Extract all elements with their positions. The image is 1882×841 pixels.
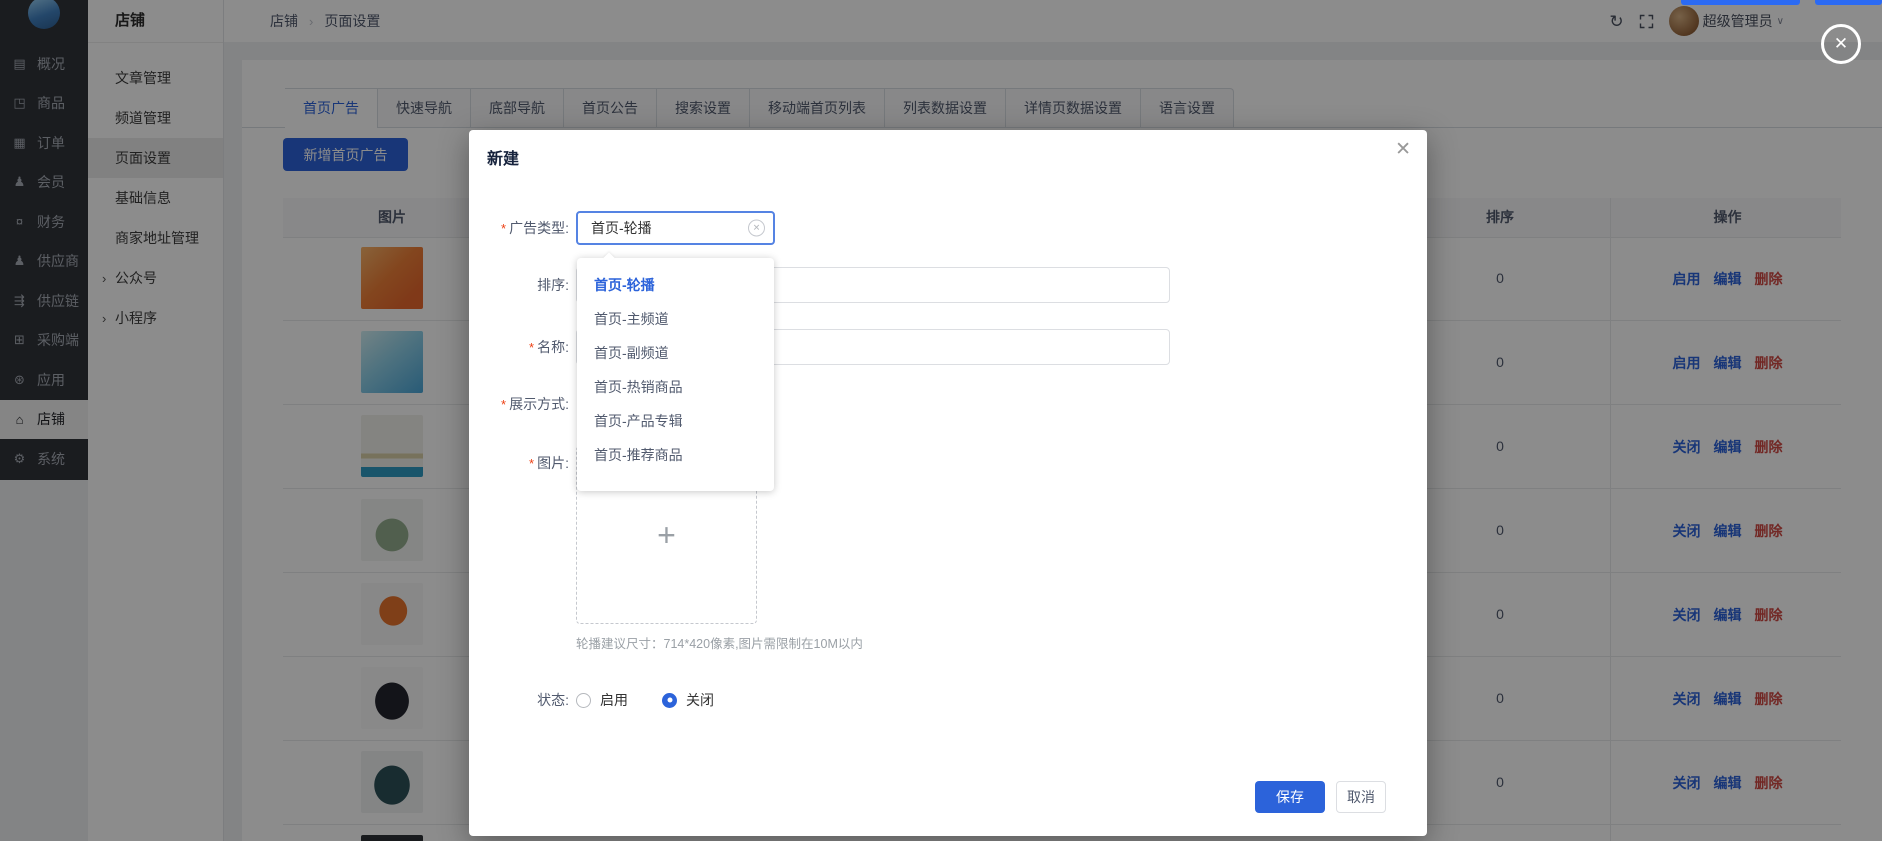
- image-label: *图片:: [469, 453, 569, 474]
- app-root: ▤ 概况 ◳ 商品 ▦ 订单 ♟ 会员: [0, 0, 1882, 841]
- ad-type-dropdown: 首页-轮播 首页-主频道 首页-副频道 首页-热销商品 首页-产品专辑 首页-推…: [577, 258, 774, 491]
- status-label: 状态:: [469, 690, 569, 710]
- dropdown-option[interactable]: 首页-轮播: [577, 268, 774, 302]
- status-radio-group: 启用 关闭: [576, 686, 714, 714]
- cancel-button[interactable]: 取消: [1336, 781, 1386, 813]
- plus-icon: +: [657, 519, 676, 551]
- modal-title: 新建: [487, 145, 519, 169]
- dropdown-arrow: [603, 252, 614, 263]
- status-radio[interactable]: 启用: [576, 690, 628, 710]
- top-blue-bar: [1815, 0, 1882, 5]
- clear-icon[interactable]: ✕: [748, 220, 765, 237]
- radio-circle-icon: [662, 693, 677, 708]
- upload-hint: 轮播建议尺寸：714*420像素,图片需限制在10M以内: [576, 633, 863, 652]
- dropdown-option[interactable]: 首页-推荐商品: [577, 438, 774, 472]
- name-label: *名称:: [469, 337, 569, 358]
- required-star: *: [529, 456, 534, 471]
- modal-close-icon[interactable]: ✕: [1395, 140, 1411, 159]
- save-button[interactable]: 保存: [1255, 781, 1325, 813]
- dropdown-option[interactable]: 首页-产品专辑: [577, 404, 774, 438]
- dropdown-option[interactable]: 首页-热销商品: [577, 370, 774, 404]
- status-radio[interactable]: 关闭: [662, 690, 714, 710]
- new-ad-modal: 新建 ✕ *广告类型: 首页-轮播 ✕ 排序: *名称: *展示方式: *图片:…: [469, 130, 1427, 836]
- required-star: *: [501, 221, 506, 236]
- floating-close-button[interactable]: ✕: [1821, 24, 1861, 64]
- dropdown-option[interactable]: 首页-副频道: [577, 336, 774, 370]
- radio-label: 关闭: [686, 690, 714, 710]
- close-icon: ✕: [1834, 34, 1848, 54]
- ad-type-select[interactable]: 首页-轮播 ✕: [576, 211, 775, 245]
- radio-circle-icon: [576, 693, 591, 708]
- radio-label: 启用: [600, 690, 628, 710]
- ad-type-label: *广告类型:: [469, 218, 569, 239]
- display-mode-label: *展示方式:: [469, 394, 569, 415]
- required-star: *: [501, 397, 506, 412]
- dropdown-option[interactable]: 首页-主频道: [577, 302, 774, 336]
- top-blue-bar: [1681, 0, 1800, 5]
- required-star: *: [529, 340, 534, 355]
- sort-label: 排序:: [469, 275, 569, 295]
- ad-type-value: 首页-轮播: [591, 218, 652, 238]
